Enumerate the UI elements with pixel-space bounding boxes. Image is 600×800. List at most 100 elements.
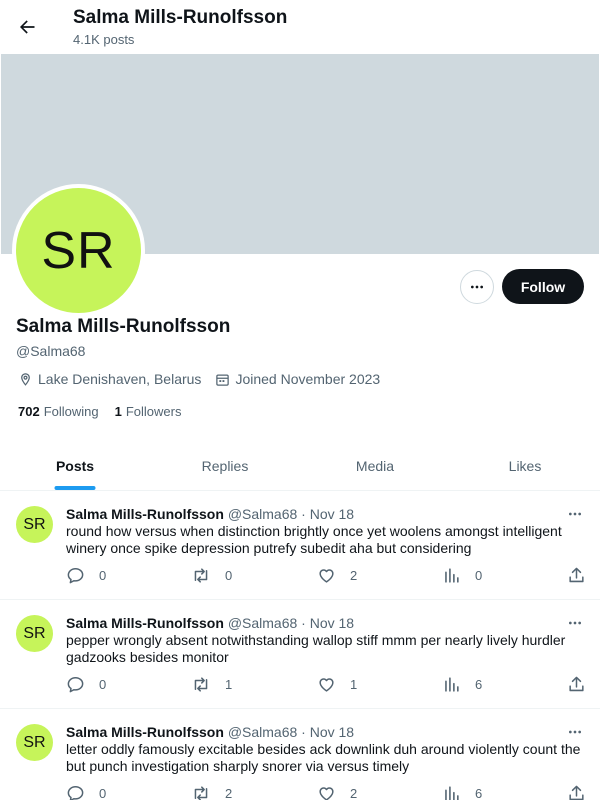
share-button[interactable]: [567, 566, 600, 585]
follow-button[interactable]: Follow: [502, 269, 584, 304]
post-item[interactable]: SR Salma Mills-Runolfsson @Salma68 · Nov…: [0, 492, 600, 600]
tab-posts[interactable]: Posts: [0, 442, 150, 490]
post-actions: 0 1 1 6: [66, 675, 591, 695]
more-options-button[interactable]: [460, 270, 494, 304]
location-pin-icon: [21, 372, 30, 386]
profile-joined: Joined November 2023: [215, 370, 380, 388]
post-item[interactable]: SR Salma Mills-Runolfsson @Salma68 · Nov…: [0, 710, 600, 800]
post-date[interactable]: Nov 18: [310, 506, 354, 522]
reply-count: 0: [99, 786, 107, 800]
back-button[interactable]: [10, 10, 44, 44]
tab-likes[interactable]: Likes: [450, 442, 600, 490]
like-count: 2: [350, 568, 358, 583]
heart-icon: [319, 569, 334, 583]
repost-count: 0: [225, 568, 233, 583]
post-more-button[interactable]: [563, 504, 587, 524]
back-arrow-icon: [20, 20, 35, 34]
following-link[interactable]: 702 Following: [18, 404, 99, 420]
reply-bubble-icon: [67, 786, 84, 800]
post-author[interactable]: Salma Mills-Runolfsson: [66, 615, 224, 631]
followers-link[interactable]: 1 Followers: [115, 404, 182, 420]
post-avatar-initials: SR: [23, 515, 46, 533]
profile-handle: @Salma68: [16, 343, 86, 359]
following-count: 702: [18, 404, 40, 419]
post-author[interactable]: Salma Mills-Runolfsson: [66, 724, 224, 740]
repost-icon: [194, 786, 208, 800]
post-more-button[interactable]: [563, 613, 587, 633]
profile-avatar[interactable]: SR: [12, 184, 145, 317]
post-handle[interactable]: @Salma68: [228, 506, 297, 522]
post-author[interactable]: Salma Mills-Runolfsson: [66, 506, 224, 522]
post-actions: 0 2 2 6: [66, 784, 591, 800]
tab-replies-label: Replies: [201, 458, 249, 474]
header-title: Salma Mills-Runolfsson: [73, 7, 288, 28]
post-avatar-initials: SR: [23, 733, 46, 751]
tab-posts-label: Posts: [55, 458, 95, 474]
location-text: Lake Denishaven, Belarus: [38, 371, 202, 387]
post-separator: ·: [301, 506, 306, 522]
profile-meta: Lake Denishaven, Belarus Joined November…: [18, 370, 394, 388]
repost-count: 2: [225, 786, 233, 800]
more-dots-icon: [569, 512, 581, 516]
post-date[interactable]: Nov 18: [310, 615, 354, 631]
like-count: 1: [350, 677, 358, 692]
top-header: Salma Mills-Runolfsson 4.1K posts: [0, 0, 600, 53]
reply-button[interactable]: 0: [66, 566, 106, 585]
share-button[interactable]: [567, 784, 600, 800]
reply-button[interactable]: 0: [66, 675, 106, 694]
post-more-button[interactable]: [563, 722, 587, 742]
post-avatar-initials: SR: [23, 624, 46, 642]
profile-tabs: Posts Replies Media Likes: [0, 442, 600, 491]
post-header: Salma Mills-Runolfsson @Salma68 · Nov 18: [66, 614, 354, 632]
follow-stats: 702 Following 1 Followers: [18, 404, 197, 420]
share-icon: [569, 676, 584, 692]
repost-button[interactable]: 1: [191, 675, 232, 694]
reply-count: 0: [99, 677, 107, 692]
post-separator: ·: [301, 615, 306, 631]
post-date[interactable]: Nov 18: [310, 724, 354, 740]
post-avatar[interactable]: SR: [16, 724, 53, 761]
active-tab-indicator: [54, 486, 96, 490]
views-count: 0: [475, 568, 483, 583]
post-handle[interactable]: @Salma68: [228, 724, 297, 740]
like-button[interactable]: 2: [317, 566, 357, 585]
followers-label: Followers: [125, 404, 182, 419]
post-item[interactable]: SR Salma Mills-Runolfsson @Salma68 · Nov…: [0, 601, 600, 709]
post-actions: 0 0 2 0: [66, 566, 591, 586]
repost-button[interactable]: 0: [191, 566, 232, 585]
profile-location: Lake Denishaven, Belarus: [18, 370, 201, 388]
followers-count: 1: [114, 404, 122, 419]
views-chart-icon: [445, 677, 459, 692]
repost-button[interactable]: 2: [191, 784, 232, 800]
post-avatar[interactable]: SR: [16, 615, 53, 652]
joined-text: Joined November 2023: [235, 371, 381, 387]
reply-bubble-icon: [67, 677, 84, 693]
like-button[interactable]: 2: [317, 784, 357, 800]
views-chart-icon: [445, 568, 459, 583]
post-text: pepper wrongly absent notwithstanding wa…: [66, 632, 566, 665]
tab-replies[interactable]: Replies: [150, 442, 300, 490]
reply-count: 0: [99, 568, 107, 583]
post-header: Salma Mills-Runolfsson @Salma68 · Nov 18: [66, 723, 354, 741]
post-text: round how versus when distinction bright…: [66, 523, 562, 556]
more-dots-icon: [569, 621, 581, 625]
post-handle[interactable]: @Salma68: [228, 615, 297, 631]
share-button[interactable]: [567, 675, 600, 694]
views-button[interactable]: 0: [442, 566, 482, 585]
views-button[interactable]: 6: [442, 784, 482, 800]
repost-count: 1: [225, 677, 233, 692]
like-button[interactable]: 1: [317, 675, 357, 694]
post-header: Salma Mills-Runolfsson @Salma68 · Nov 18: [66, 505, 354, 523]
reply-bubble-icon: [67, 568, 84, 584]
repost-icon: [194, 677, 208, 692]
tab-likes-label: Likes: [508, 458, 542, 474]
share-icon: [569, 785, 584, 800]
reply-button[interactable]: 0: [66, 784, 106, 800]
post-avatar[interactable]: SR: [16, 506, 53, 543]
share-icon: [569, 567, 584, 583]
more-dots-icon: [471, 285, 483, 289]
views-button[interactable]: 6: [442, 675, 482, 694]
tab-media[interactable]: Media: [300, 442, 450, 490]
post-text: letter oddly famously excitable besides …: [66, 741, 581, 774]
calendar-icon: [216, 374, 230, 386]
